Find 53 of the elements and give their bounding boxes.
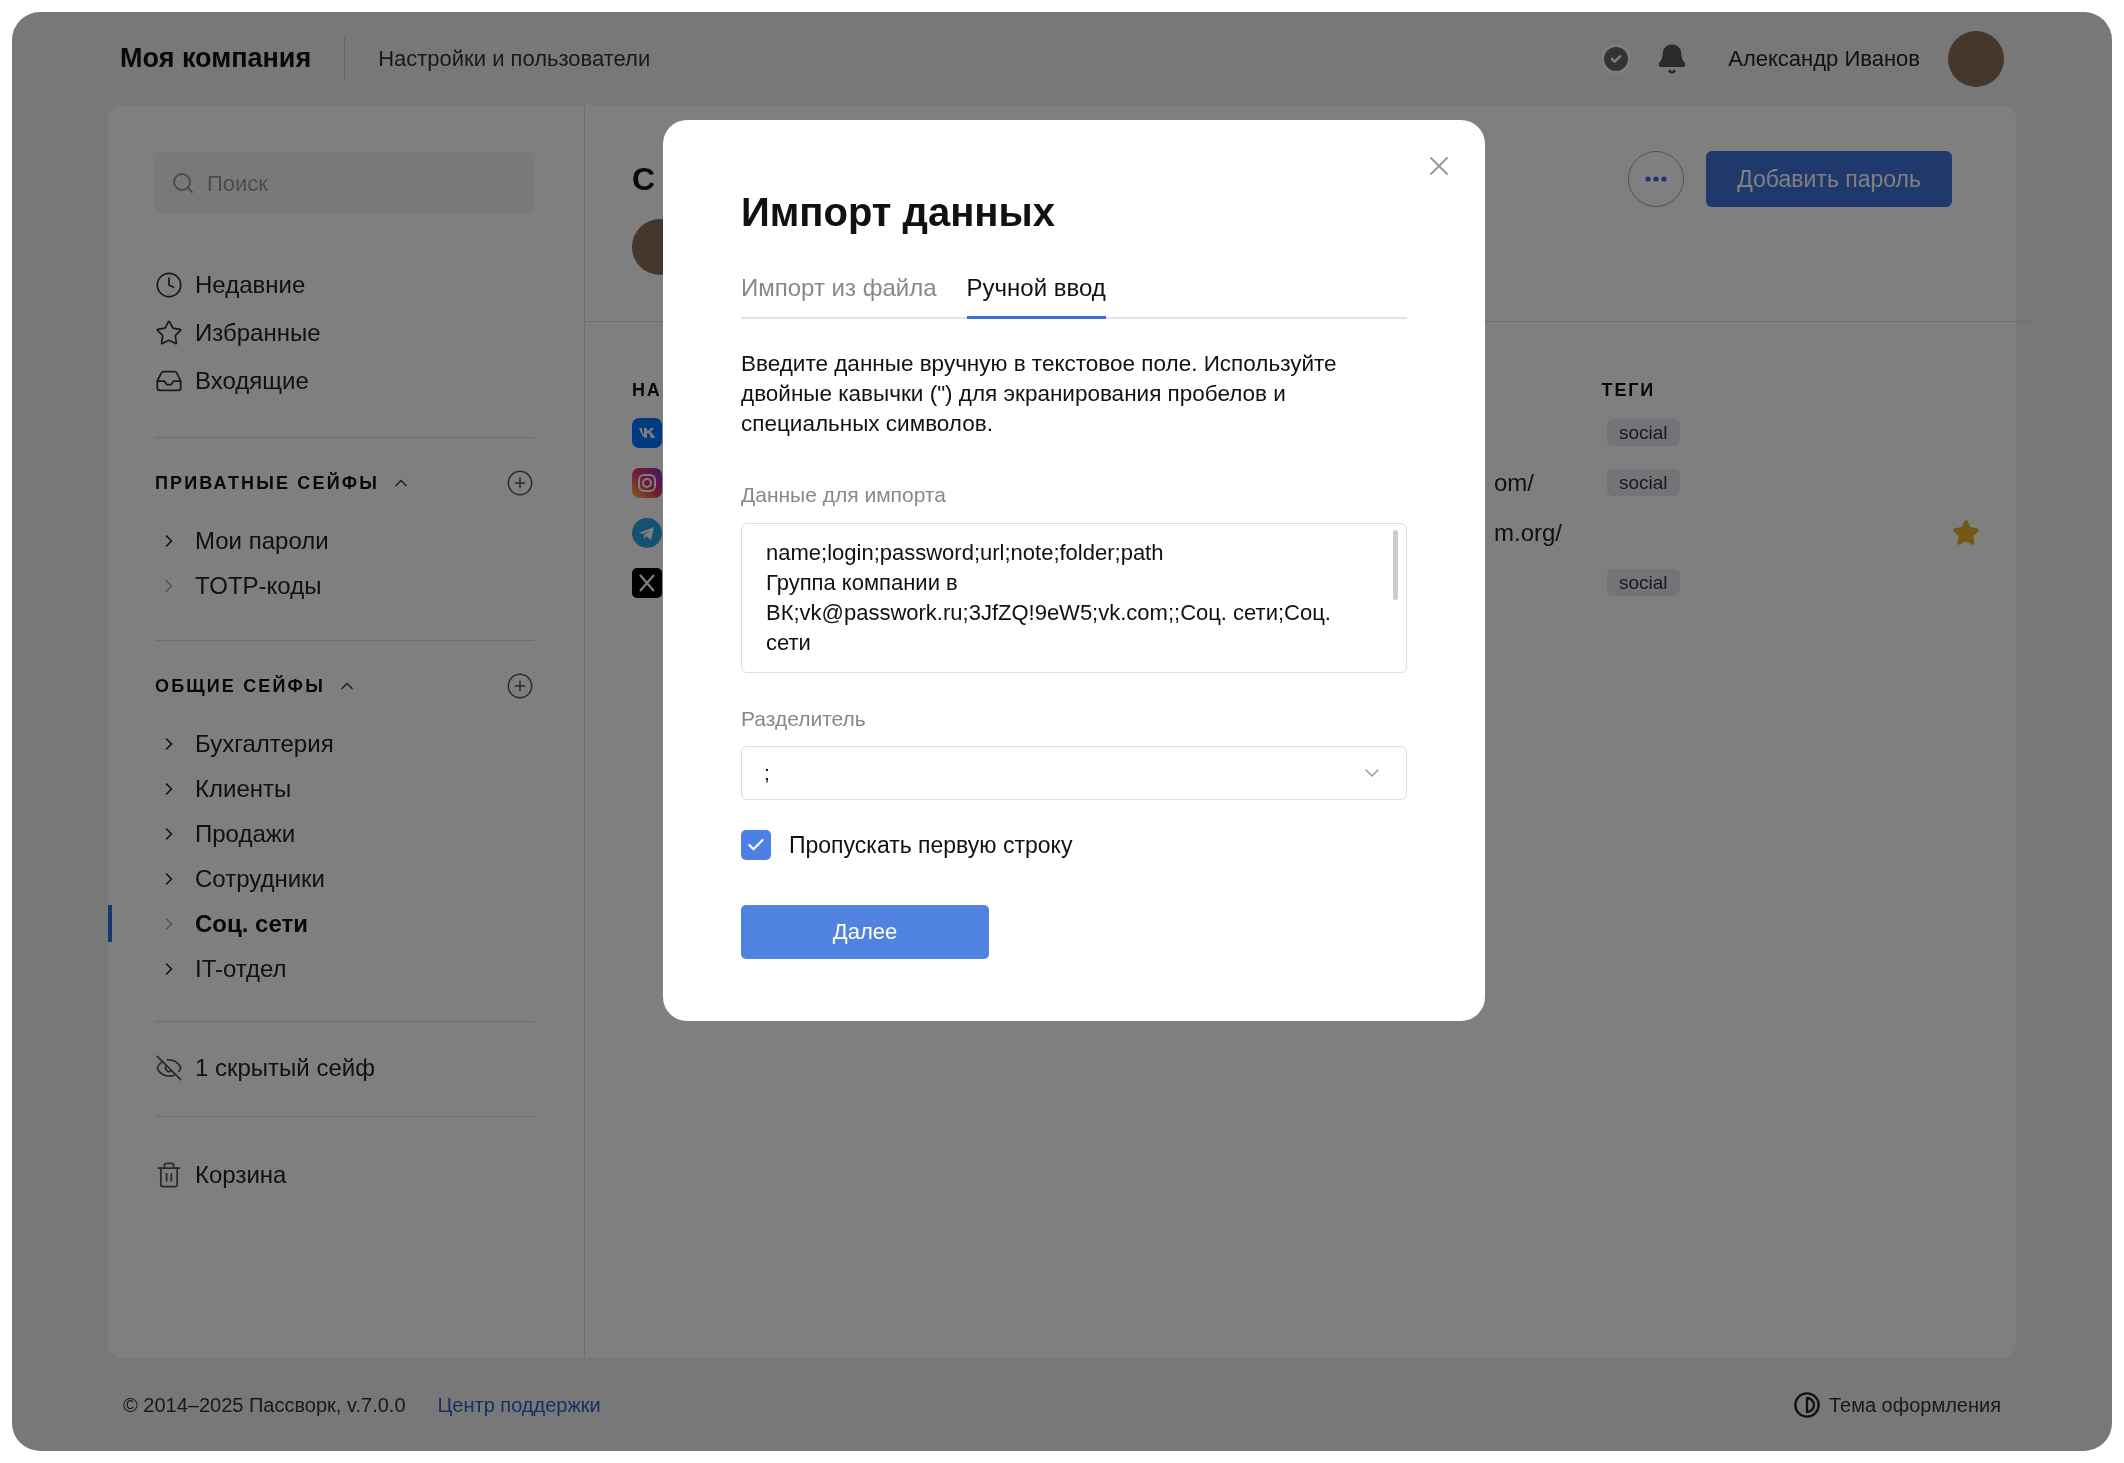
nav-item[interactable]: Избранные [195,315,321,351]
field-label: Данные для импорта [741,482,947,508]
add-vault-icon[interactable] [506,672,534,700]
url-text: om/ [1494,469,1534,496]
vault-item[interactable]: Клиенты [195,770,292,807]
description-text: Введите данные вручную в текстовое поле. Используйте двойные кавычки (") для экранирования пробелов и специальных символов. [741,350,1338,438]
page-title: С [632,160,657,199]
separator-select[interactable]: ; [741,746,1407,800]
clock-icon [155,271,183,299]
tag-chip: social [1607,568,1680,596]
contrast-icon[interactable] [1792,1390,1821,1419]
add-vault-icon[interactable] [506,469,534,497]
trash-link[interactable]: Корзина [195,1157,287,1193]
company-name[interactable]: Моя компания [120,38,312,79]
tab[interactable]: Импорт из файла [741,270,937,319]
support-link[interactable]: Центр поддержки [437,1389,601,1420]
vault-item[interactable]: Сотрудники [195,860,325,897]
user-name[interactable]: Александр Иванов [1728,42,1920,75]
column-header: ТЕГИ [1601,378,1655,402]
section-title: ПРИВАТНЫЕ СЕЙФЫ [155,471,380,495]
favorite-star-icon[interactable] [1952,519,1980,547]
settings-link[interactable]: Настройки и пользователи [378,42,651,75]
scrollbar[interactable] [1393,529,1398,600]
search-icon [171,171,195,195]
section-title: ОБЩИЕ СЕЙФЫ [155,674,325,698]
tag-chip: social [1607,468,1680,496]
vault-item[interactable]: Бухгалтерия [195,725,334,762]
add-password-button[interactable]: Добавить пароль [1706,151,1952,207]
nav-item[interactable]: Входящие [195,363,309,399]
theme-link[interactable]: Тема оформления [1828,1389,2001,1420]
hidden-vaults-link[interactable]: 1 скрытый сейф [195,1050,375,1086]
next-button[interactable]: Далее [741,904,989,959]
dialog-title: Импорт данных [741,189,1056,236]
vault-item[interactable]: Соц. сети [195,905,308,942]
copyright-text: © 2014–2025 Пассворк, v.7.0.0 [123,1392,406,1418]
checkbox[interactable] [741,830,771,861]
star-icon [155,319,183,347]
field-label: Разделитель [741,705,867,732]
vault-item[interactable]: TOTP-коды [195,567,322,604]
nav-item[interactable]: Недавние [195,267,306,303]
checkbox-label: Пропускать первую строку [789,831,1073,860]
tag-chip: social [1607,418,1680,446]
check-circle-icon[interactable] [1600,42,1633,75]
vault-item[interactable]: Продажи [195,815,296,852]
vault-item[interactable]: IT-отдел [195,950,287,987]
eye-off-icon [155,1054,183,1082]
url-text: m.org/ [1494,519,1562,546]
ellipsis-icon [1645,176,1668,182]
import-data-field[interactable]: name;login;password;url;note;folder;path Группа компании в ВК;vk@passwork.ru;3JfZQ!9eW5;vk.com;;Соц. сети;Соц. сети [741,522,1407,673]
tab[interactable]: Ручной ввод [966,270,1106,319]
column-header: НА [632,378,662,402]
trash-icon [155,1161,183,1189]
vault-item[interactable]: Мои пароли [195,522,329,559]
